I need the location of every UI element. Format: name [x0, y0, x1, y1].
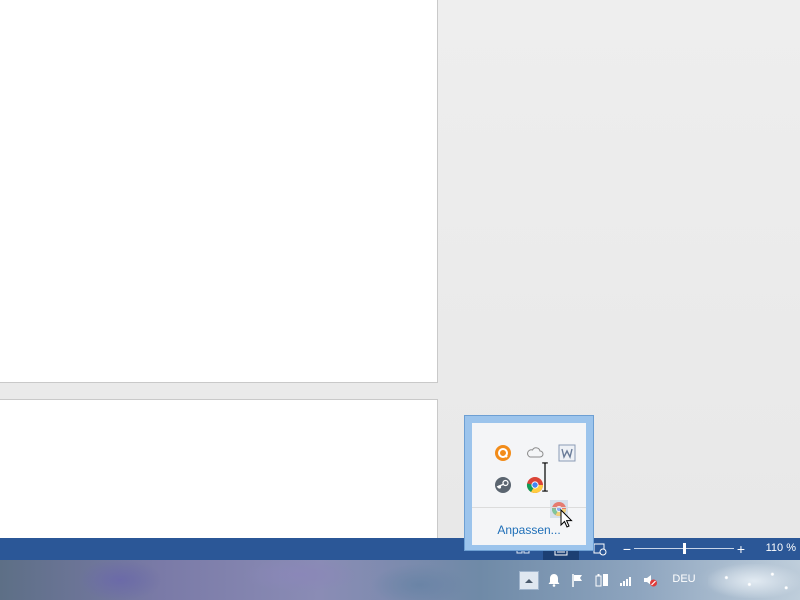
avast-icon[interactable]	[494, 444, 512, 462]
flyout-divider	[472, 507, 586, 508]
show-desktop-area[interactable]	[708, 564, 800, 598]
chevron-up-icon	[525, 579, 533, 583]
mouse-pointer-icon	[560, 509, 573, 528]
document-canvas	[0, 0, 800, 539]
speaker-muted-icon[interactable]	[642, 572, 658, 588]
word-status-bar: − + 110 %	[0, 538, 800, 560]
zoom-out-button[interactable]: −	[620, 540, 634, 558]
network-signal-icon[interactable]	[618, 572, 634, 588]
steam-icon[interactable]	[494, 476, 512, 494]
document-page[interactable]	[0, 0, 438, 383]
text-cursor-ibeam-icon	[542, 462, 548, 492]
notification-bell-icon[interactable]	[546, 572, 562, 588]
zoom-in-button[interactable]: +	[734, 540, 748, 558]
windows-taskbar: DEU	[0, 560, 800, 600]
document-page[interactable]	[0, 399, 438, 539]
zoom-slider-thumb[interactable]	[682, 543, 686, 554]
word-icon[interactable]	[558, 444, 576, 462]
onedrive-cloud-icon[interactable]	[526, 444, 544, 462]
input-language-indicator[interactable]: DEU	[672, 573, 696, 585]
show-hidden-icons-button[interactable]	[519, 571, 539, 590]
power-battery-icon[interactable]	[594, 572, 610, 588]
web-layout-icon[interactable]	[592, 541, 608, 557]
action-center-flag-icon[interactable]	[570, 572, 586, 588]
zoom-level[interactable]: 110 %	[756, 542, 796, 554]
tray-overflow-flyout: Anpassen...	[464, 415, 594, 551]
